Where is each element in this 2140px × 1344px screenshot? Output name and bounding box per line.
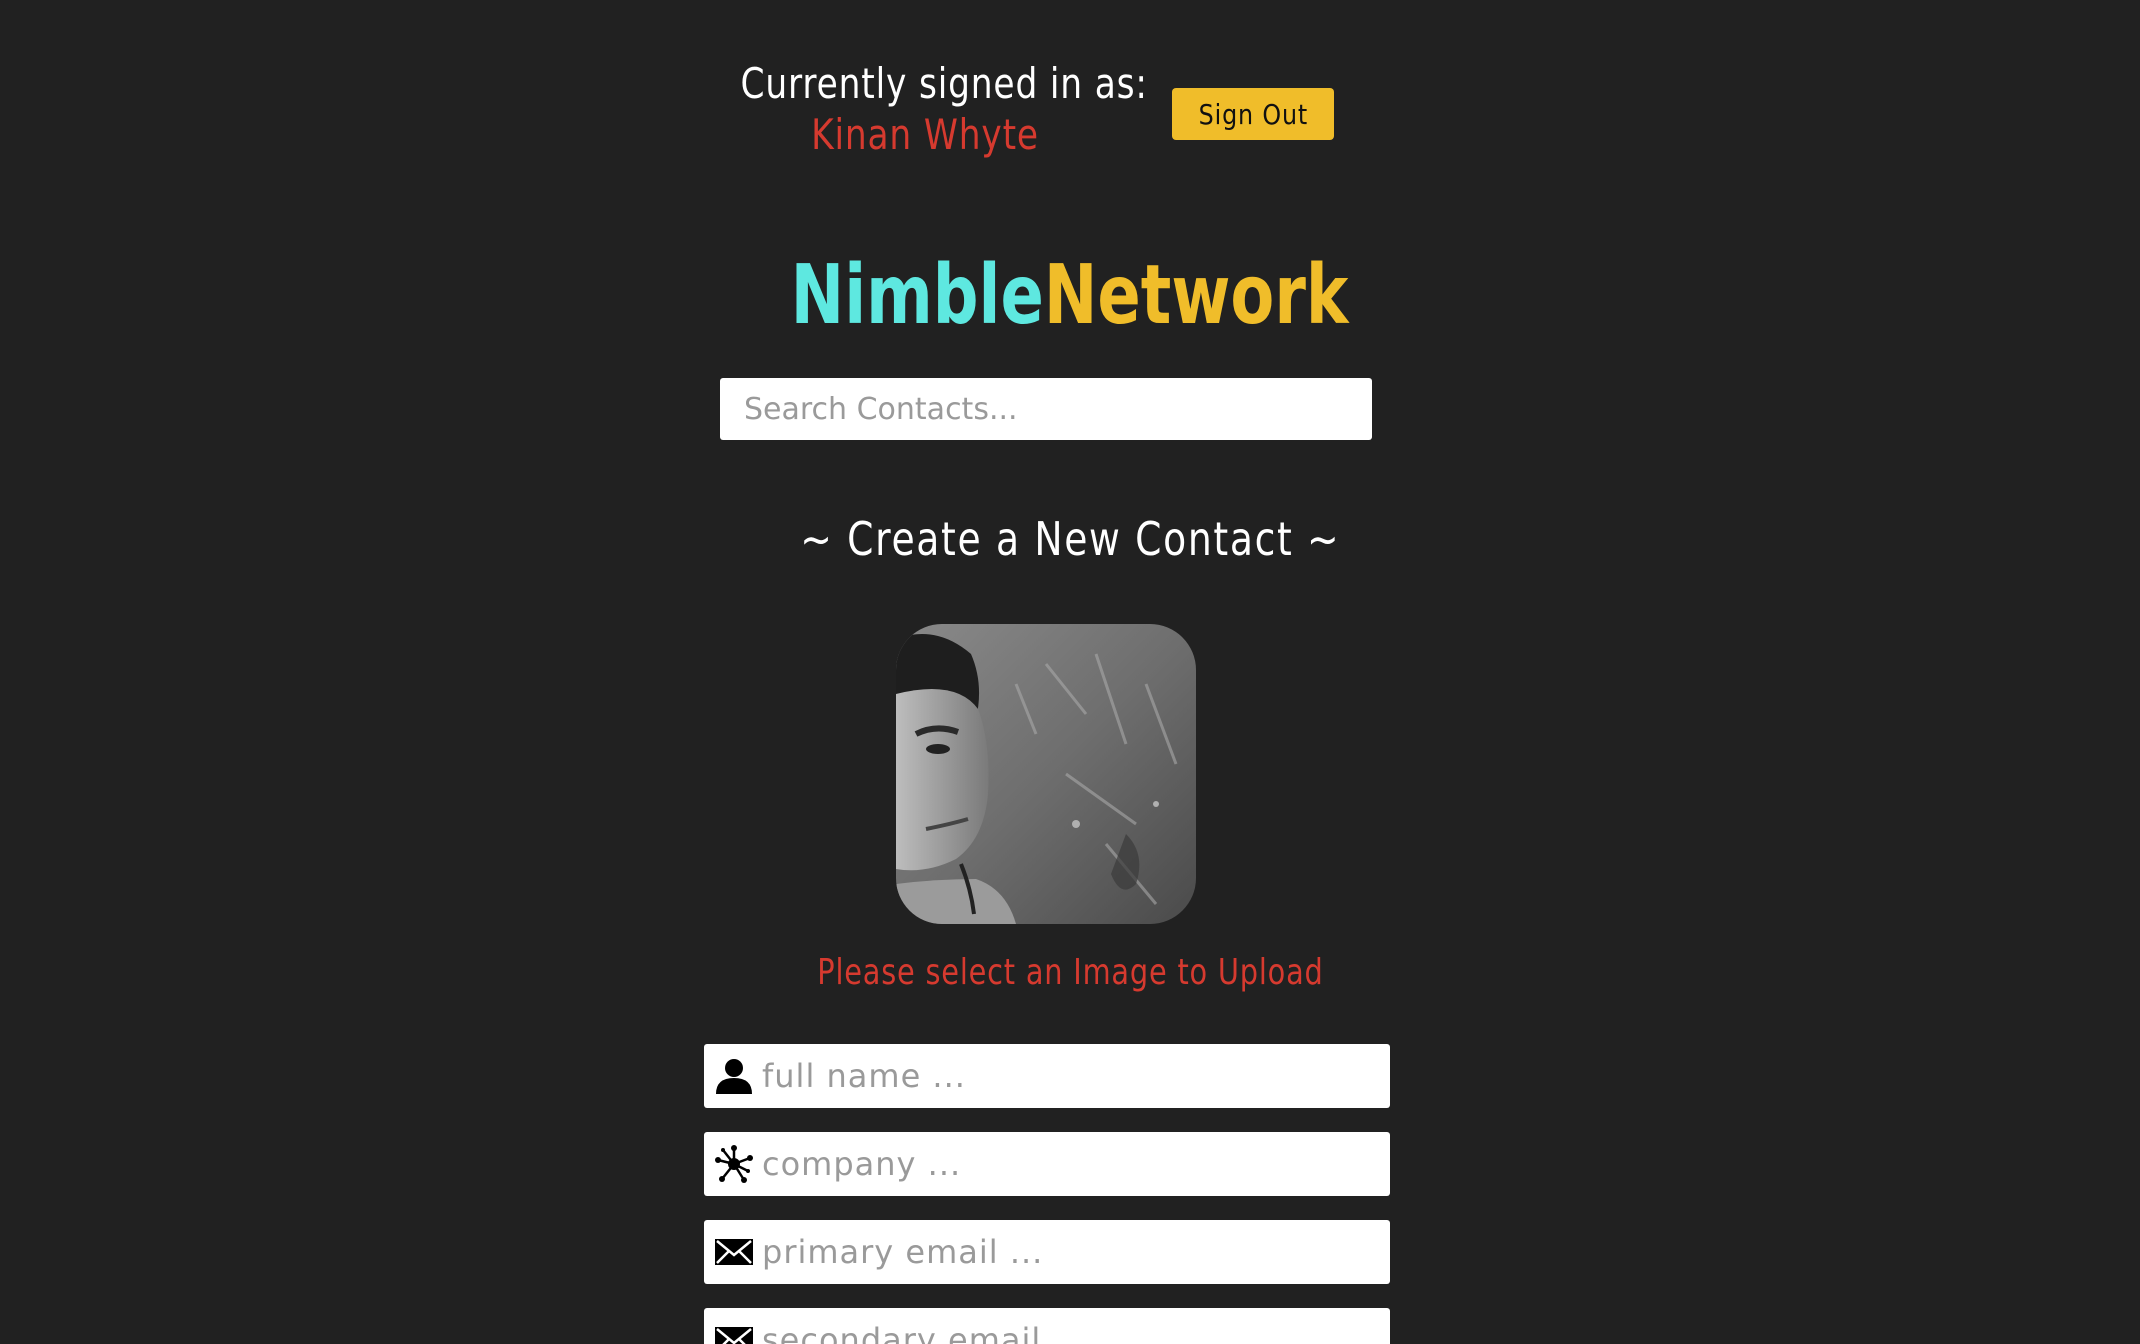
sign-out-label: Sign Out <box>1198 97 1308 131</box>
page: Currently signed in as: Kinan Whyte Sign… <box>0 0 2140 1344</box>
signed-in-user-name: Kinan Whyte <box>811 110 1039 159</box>
brand-logo: NimbleNetwork <box>0 248 2140 344</box>
upload-instructions-text: Please select an Image to Upload <box>816 952 1324 993</box>
upload-instructions: Please select an Image to Upload <box>0 952 2140 993</box>
company-field[interactable] <box>704 1132 1390 1196</box>
secondary-email-field[interactable] <box>704 1308 1390 1344</box>
contact-photo-upload[interactable] <box>896 624 1196 924</box>
contact-photo-image <box>896 624 1196 924</box>
person-icon <box>712 1054 756 1098</box>
full-name-input[interactable] <box>756 1044 1362 1108</box>
envelope-icon <box>712 1318 756 1344</box>
sign-out-button[interactable]: Sign Out <box>1172 88 1334 140</box>
secondary-email-input[interactable] <box>756 1308 1362 1344</box>
primary-email-field[interactable] <box>704 1220 1390 1284</box>
envelope-icon <box>712 1230 756 1274</box>
create-contact-heading: ~ Create a New Contact ~ <box>0 512 2140 566</box>
company-input[interactable] <box>756 1132 1362 1196</box>
network-icon <box>712 1142 756 1186</box>
signed-in-label: Currently signed in as: <box>740 59 1148 108</box>
full-name-field[interactable] <box>704 1044 1390 1108</box>
primary-email-input[interactable] <box>756 1220 1362 1284</box>
brand-part-nimble: Nimble <box>791 248 1045 343</box>
search-contacts-input[interactable] <box>720 378 1372 440</box>
brand-part-network: Network <box>1044 248 1349 343</box>
create-contact-heading-text: ~ Create a New Contact ~ <box>799 512 1340 566</box>
signed-in-block: Currently signed in as: Kinan Whyte <box>700 58 1150 160</box>
